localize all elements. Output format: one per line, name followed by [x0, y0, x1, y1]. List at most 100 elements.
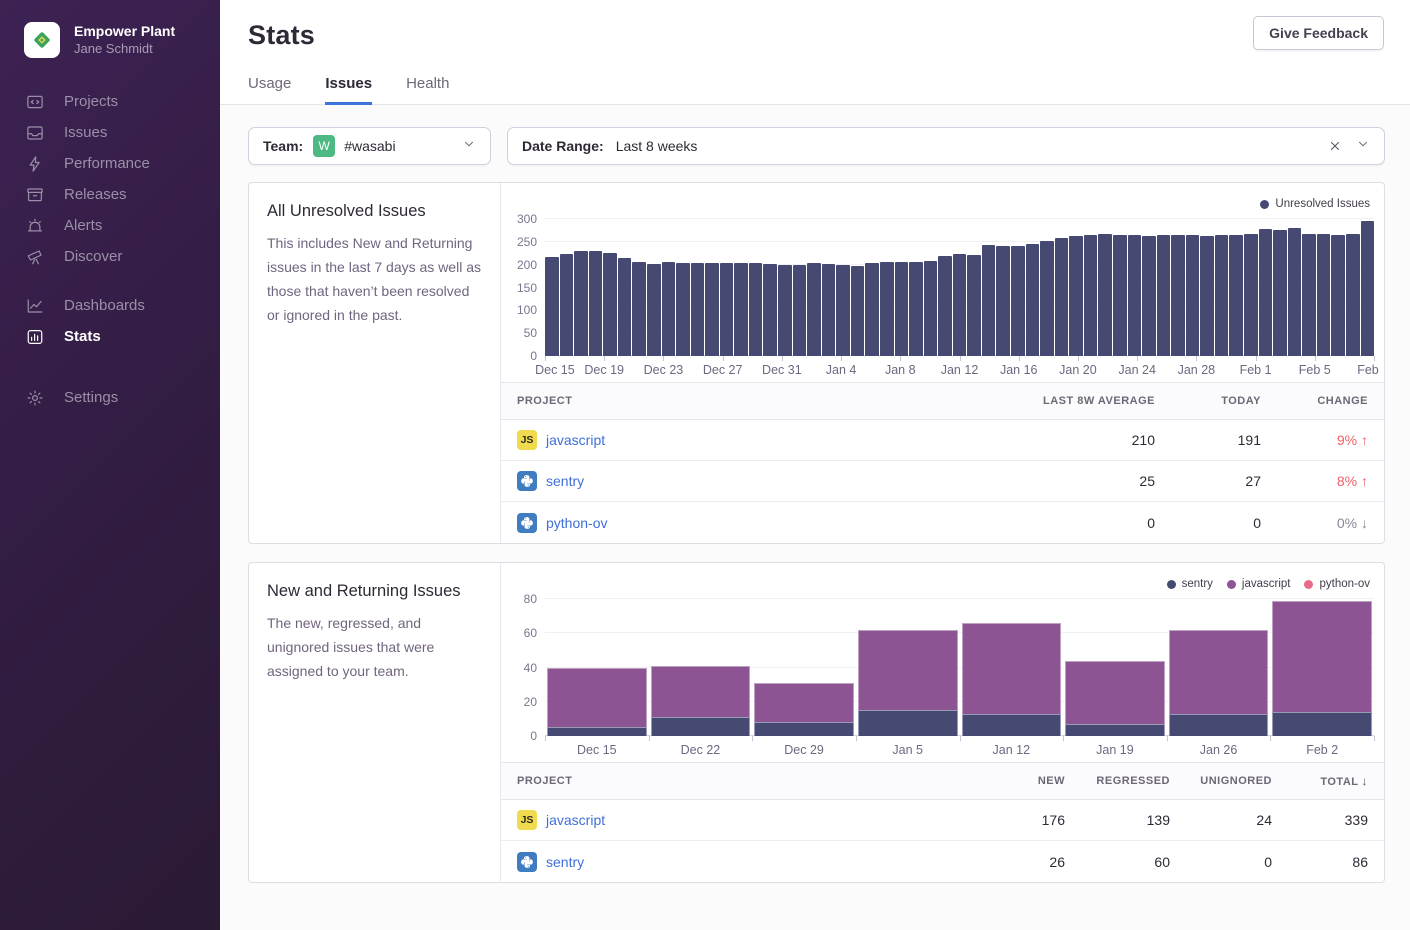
bar[interactable] — [763, 264, 777, 356]
clear-date-range-button[interactable] — [1328, 139, 1342, 153]
bar[interactable] — [618, 258, 632, 356]
bar[interactable] — [1317, 234, 1331, 356]
bar[interactable] — [1215, 235, 1229, 356]
bar[interactable] — [574, 251, 588, 356]
project-link[interactable]: javascript — [546, 432, 605, 448]
bar[interactable] — [996, 246, 1010, 356]
bar[interactable] — [1229, 235, 1243, 356]
bar[interactable] — [1186, 235, 1200, 356]
bar[interactable] — [734, 263, 748, 356]
bar[interactable] — [749, 263, 763, 356]
bar[interactable] — [1142, 236, 1156, 356]
sidebar-item-releases[interactable]: Releases — [0, 179, 220, 210]
bar[interactable] — [1011, 246, 1025, 356]
bar[interactable] — [560, 254, 574, 356]
sidebar-item-issues[interactable]: Issues — [0, 117, 220, 148]
bar[interactable] — [938, 256, 952, 356]
date-range-select[interactable]: Date Range: Last 8 weeks — [507, 127, 1385, 165]
bar[interactable] — [1055, 238, 1069, 356]
sidebar-item-dashboards[interactable]: Dashboards — [0, 290, 220, 321]
team-select[interactable]: Team: W #wasabi — [248, 127, 491, 165]
stacked-bar[interactable] — [1270, 601, 1374, 736]
sidebar-item-projects[interactable]: Projects — [0, 86, 220, 117]
bar[interactable] — [662, 262, 676, 356]
bar[interactable] — [807, 263, 821, 356]
bar[interactable] — [836, 265, 850, 356]
sidebar-item-performance[interactable]: Performance — [0, 148, 220, 179]
bar[interactable] — [1302, 234, 1316, 356]
bar[interactable] — [720, 263, 734, 356]
bar[interactable] — [880, 262, 894, 356]
bar[interactable] — [676, 263, 690, 356]
give-feedback-button[interactable]: Give Feedback — [1253, 16, 1384, 50]
tab-health[interactable]: Health — [406, 75, 449, 105]
bar[interactable] — [1084, 235, 1098, 356]
bar[interactable] — [1200, 236, 1214, 356]
bar[interactable] — [1069, 236, 1083, 356]
column-header-change[interactable]: Change — [1261, 395, 1368, 407]
column-header-total[interactable]: Total↓ — [1272, 774, 1368, 788]
stacked-bar[interactable] — [752, 683, 856, 736]
tab-issues[interactable]: Issues — [325, 75, 372, 105]
sidebar-item-discover[interactable]: Discover — [0, 241, 220, 272]
bar[interactable] — [924, 261, 938, 356]
bar[interactable] — [545, 257, 559, 356]
stacked-bar[interactable] — [1063, 661, 1167, 736]
sidebar-item-settings[interactable]: Settings — [0, 382, 220, 413]
bar[interactable] — [851, 266, 865, 356]
bar[interactable] — [778, 265, 792, 356]
project-link[interactable]: sentry — [546, 473, 584, 489]
column-header-unignored[interactable]: Unignored — [1170, 775, 1272, 787]
bar[interactable] — [647, 264, 661, 356]
stacked-bar[interactable] — [856, 630, 960, 736]
stacked-bar[interactable] — [960, 623, 1064, 736]
bar[interactable] — [967, 255, 981, 356]
column-header-new[interactable]: New — [955, 775, 1065, 787]
legend-item-python-ov[interactable]: python-ov — [1304, 578, 1370, 590]
bar[interactable] — [1157, 235, 1171, 356]
bar[interactable] — [1098, 234, 1112, 356]
bar[interactable] — [1259, 229, 1273, 356]
bar[interactable] — [793, 265, 807, 356]
project-link[interactable]: javascript — [546, 812, 605, 828]
bar[interactable] — [691, 263, 705, 356]
bar[interactable] — [1273, 230, 1287, 356]
org-switcher[interactable]: Empower Plant Jane Schmidt — [0, 0, 220, 58]
bar[interactable] — [1128, 235, 1142, 356]
legend-item-javascript[interactable]: javascript — [1227, 578, 1291, 590]
sidebar-item-alerts[interactable]: Alerts — [0, 210, 220, 241]
tab-usage[interactable]: Usage — [248, 75, 291, 105]
column-header-today[interactable]: Today — [1155, 395, 1261, 407]
bar[interactable] — [632, 262, 646, 356]
bar[interactable] — [1288, 228, 1302, 356]
bar[interactable] — [909, 262, 923, 356]
bar[interactable] — [705, 263, 719, 356]
bar[interactable] — [953, 254, 967, 356]
bar[interactable] — [1361, 221, 1375, 356]
bar[interactable] — [895, 262, 909, 356]
column-header-project[interactable]: Project — [517, 775, 955, 787]
bar[interactable] — [1171, 235, 1185, 356]
bar[interactable] — [982, 245, 996, 356]
bar[interactable] — [1244, 234, 1258, 356]
sidebar-item-stats[interactable]: Stats — [0, 321, 220, 352]
bar[interactable] — [1331, 235, 1345, 356]
bar[interactable] — [1040, 241, 1054, 356]
stacked-bar[interactable] — [649, 666, 753, 736]
bar[interactable] — [603, 253, 617, 356]
bar[interactable] — [1113, 235, 1127, 356]
column-header-regressed[interactable]: Regressed — [1065, 775, 1170, 787]
legend-item-sentry[interactable]: sentry — [1167, 578, 1213, 590]
stacked-bar[interactable] — [1167, 630, 1271, 736]
column-header-project[interactable]: Project — [517, 395, 985, 407]
bar[interactable] — [822, 264, 836, 356]
bar[interactable] — [589, 251, 603, 356]
legend-item-unresolved-issues[interactable]: Unresolved Issues — [1260, 198, 1370, 210]
project-link[interactable]: python-ov — [546, 515, 607, 531]
stacked-bar[interactable] — [545, 668, 649, 737]
column-header-last-8w-average[interactable]: Last 8w Average — [985, 395, 1155, 407]
project-link[interactable]: sentry — [546, 854, 584, 870]
bar[interactable] — [1026, 244, 1040, 356]
bar[interactable] — [865, 263, 879, 356]
bar[interactable] — [1346, 234, 1360, 356]
